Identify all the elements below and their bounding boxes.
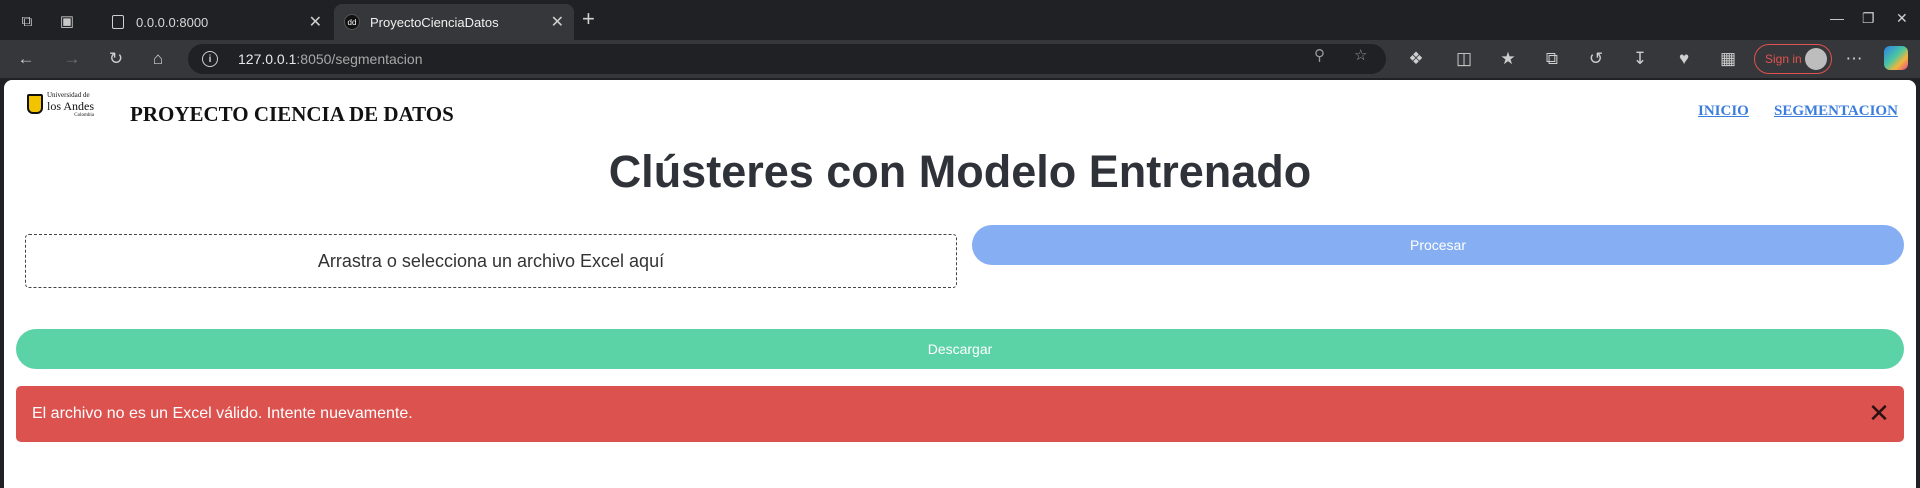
file-upload-dropzone[interactable]: Arrastra o selecciona un archivo Excel a… — [25, 234, 957, 288]
site-title: PROYECTO CIENCIA DE DATOS — [130, 102, 454, 126]
browser-tab[interactable]: 0.0.0.0:8000 ✕ — [100, 4, 332, 40]
history-icon[interactable]: ↺ — [1584, 47, 1608, 71]
nav-link-inicio[interactable]: INICIO — [1698, 103, 1749, 120]
browser-essentials-icon[interactable]: ♥ — [1672, 47, 1696, 71]
page-icon — [110, 14, 126, 30]
error-alert: El archivo no es un Excel válido. Intent… — [16, 386, 1904, 442]
download-button[interactable]: Descargar — [16, 329, 1904, 369]
minimize-icon[interactable]: — — [1830, 10, 1844, 26]
address-bar[interactable]: i 127.0.0.1:8050/segmentacion — [188, 44, 1386, 74]
close-tab-icon[interactable]: ✕ — [309, 12, 322, 32]
tab-title: ProyectoCienciaDatos — [370, 14, 499, 30]
shield-icon — [27, 94, 43, 114]
downloads-icon[interactable]: ↧ — [1628, 47, 1652, 71]
url-path: :8050/segmentacion — [296, 51, 423, 67]
new-tab-icon[interactable]: + — [582, 8, 595, 30]
screenshot-icon[interactable]: ▦ — [1716, 47, 1740, 71]
browser-tab-active[interactable]: dd ProyectoCienciaDatos ✕ — [334, 4, 574, 40]
close-tab-icon[interactable]: ✕ — [551, 12, 564, 32]
page-header: Universidad de los Andes Colombia PROYEC… — [4, 80, 1916, 140]
logo-line-2: los Andes — [47, 99, 95, 113]
forward-arrow-icon[interactable]: → — [60, 47, 84, 71]
extensions-icon[interactable]: ❖ — [1404, 47, 1428, 71]
sign-in-button[interactable]: Sign in — [1754, 44, 1832, 74]
more-options-icon[interactable]: ⋯ — [1842, 47, 1866, 71]
logo-line-1: Universidad de — [47, 91, 90, 99]
tab-actions-icon[interactable]: ▣ — [54, 8, 80, 34]
url-host: 127.0.0.1 — [238, 51, 297, 67]
sign-in-label: Sign in — [1765, 52, 1802, 66]
logo-line-3: Colombia — [74, 113, 95, 118]
university-logo: Universidad de los Andes Colombia — [27, 92, 103, 124]
alert-message: El archivo no es un Excel válido. Intent… — [32, 405, 413, 422]
browser-tabstrip: ⧉ ▣ 0.0.0.0:8000 ✕ dd ProyectoCienciaDat… — [0, 0, 1920, 40]
close-alert-icon[interactable]: ✕ — [1866, 400, 1892, 426]
page-viewport: Universidad de los Andes Colombia PROYEC… — [4, 80, 1916, 488]
collections-icon[interactable]: ⧉ — [1540, 47, 1564, 71]
close-window-icon[interactable]: ✕ — [1896, 10, 1908, 27]
home-icon[interactable]: ⌂ — [146, 47, 170, 71]
restore-icon[interactable]: ❐ — [1862, 10, 1875, 27]
back-arrow-icon[interactable]: ← — [14, 47, 38, 71]
refresh-icon[interactable]: ↻ — [104, 47, 128, 71]
copilot-icon[interactable] — [1884, 46, 1908, 70]
avatar — [1805, 48, 1827, 70]
favorites-icon[interactable]: ★ — [1496, 47, 1520, 71]
zoom-icon[interactable]: ⚲ — [1314, 46, 1325, 64]
tab-title: 0.0.0.0:8000 — [136, 14, 209, 30]
favorite-star-icon[interactable]: ☆ — [1354, 46, 1367, 64]
browser-toolbar: ← → ↻ ⌂ i 127.0.0.1:8050/segmentacion ⚲ … — [0, 40, 1920, 78]
dash-favicon-icon: dd — [344, 14, 360, 30]
split-screen-icon[interactable]: ◫ — [1452, 47, 1476, 71]
page-title: Clústeres con Modelo Entrenado — [608, 146, 1312, 197]
site-info-icon[interactable]: i — [202, 51, 218, 67]
nav-link-segmentacion[interactable]: SEGMENTACION — [1774, 103, 1898, 120]
workspaces-icon[interactable]: ⧉ — [14, 8, 40, 34]
process-button[interactable]: Procesar — [972, 225, 1904, 265]
